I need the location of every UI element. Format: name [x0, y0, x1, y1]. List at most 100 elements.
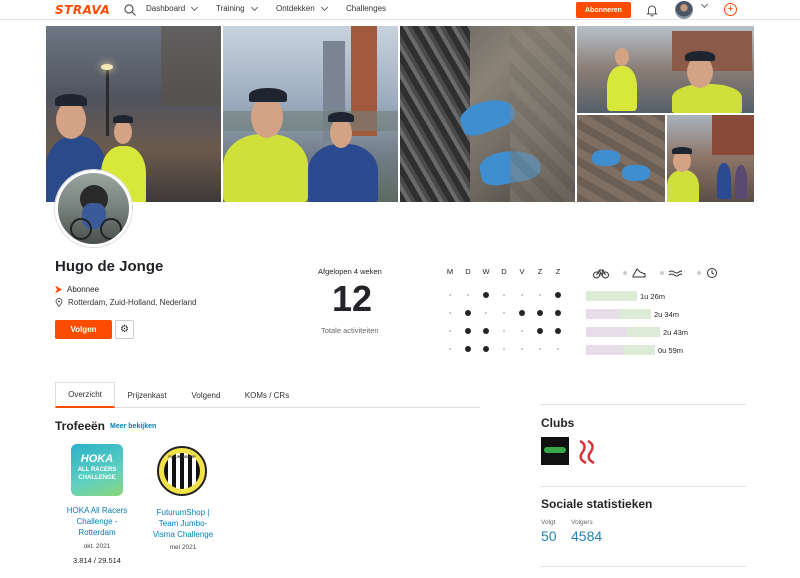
- gear-icon: ⚙: [120, 324, 129, 335]
- nav-challenges[interactable]: Challenges: [346, 4, 386, 13]
- see-more-trophies-link[interactable]: Meer bekijken: [110, 423, 156, 430]
- hoka-badge-icon: HOKA ALL RACERS CHALLENGE: [71, 444, 123, 496]
- activity-photo[interactable]: [400, 26, 575, 202]
- following-label: Volgt: [541, 519, 556, 526]
- chevron-down-icon: [320, 3, 328, 11]
- nav-ontdekken[interactable]: Ontdekken: [276, 3, 328, 13]
- empty-day-dot: [557, 348, 559, 350]
- followers-count[interactable]: 4584: [571, 528, 602, 544]
- activity-dot[interactable]: [555, 328, 561, 334]
- tab-volgend[interactable]: Volgend: [179, 382, 233, 408]
- divider: [540, 486, 746, 487]
- tab-overzicht[interactable]: Overzicht: [55, 382, 115, 408]
- day-header: Z: [537, 267, 543, 276]
- empty-day-dot: [521, 294, 523, 296]
- duration-label: 2u 43m: [663, 328, 689, 337]
- athlete-name: Hugo de Jonge: [55, 258, 164, 275]
- badge-text: FUTURUMSHOP: [168, 455, 196, 459]
- profile-tabs: Overzicht Prijzenkast Volgend KOMs / CRs: [55, 382, 480, 408]
- settings-gear-button[interactable]: ⚙: [115, 320, 134, 339]
- trophy-name-line: Visma Challenge: [152, 530, 214, 539]
- empty-day-dot: [449, 348, 451, 350]
- empty-day-dot: [449, 330, 451, 332]
- strava-logo[interactable]: STRAVA: [55, 3, 110, 17]
- futurumshop-badge-icon: FUTURUMSHOP: [157, 446, 207, 496]
- trophy-name-line: FuturumShop |: [156, 508, 210, 517]
- activity-photo[interactable]: [577, 26, 754, 113]
- trophy-name[interactable]: HOKA All Racers Challenge - Rotterdam: [58, 505, 136, 538]
- day-header: D: [501, 267, 507, 276]
- bell-icon[interactable]: [645, 3, 659, 17]
- activity-photo[interactable]: [667, 115, 754, 202]
- add-activity-icon[interactable]: +: [724, 3, 737, 16]
- activity-dot[interactable]: [483, 346, 489, 352]
- athlete-location: Rotterdam, Zuid-Holland, Nederland: [55, 298, 197, 307]
- empty-day-dot: [539, 294, 541, 296]
- location-pin-icon: [55, 298, 63, 307]
- period-label: Afgelopen 4 weken: [318, 267, 382, 276]
- trophy-date: okt. 2021: [83, 543, 111, 550]
- club-logo[interactable]: [574, 437, 602, 465]
- photo-banner: [46, 26, 754, 202]
- activity-count-label: Totale activiteiten: [321, 326, 379, 335]
- bike-icon[interactable]: [593, 267, 609, 279]
- top-navigation: STRAVA Dashboard Training Ontdekken Chal…: [0, 0, 800, 20]
- trophy-date: mei 2021: [169, 544, 197, 551]
- empty-day-dot: [503, 312, 505, 314]
- activity-dot[interactable]: [465, 346, 471, 352]
- tab-koms-crs[interactable]: KOMs / CRs: [237, 382, 297, 408]
- day-header: V: [519, 267, 525, 276]
- activity-photo[interactable]: [577, 115, 665, 202]
- trophy-rank: 3.814 / 29.514: [73, 556, 121, 565]
- nav-dashboard[interactable]: Dashboard: [146, 3, 199, 13]
- following-count[interactable]: 50: [541, 528, 557, 544]
- empty-day-dot: [485, 312, 487, 314]
- day-header: M: [446, 267, 454, 276]
- empty-day-dot: [539, 348, 541, 350]
- trophy-name-line: Rotterdam: [78, 528, 116, 537]
- trophy-name-line: Team Jumbo-: [158, 519, 208, 528]
- club-logo-icon: [579, 439, 595, 465]
- empty-day-dot: [503, 294, 505, 296]
- follow-button[interactable]: Volgen: [55, 320, 112, 339]
- social-stats-title: Sociale statistieken: [541, 497, 653, 511]
- tab-prijzenkast[interactable]: Prijzenkast: [117, 382, 177, 408]
- activity-dot[interactable]: [519, 310, 525, 316]
- empty-day-dot: [503, 330, 505, 332]
- activity-dot[interactable]: [555, 310, 561, 316]
- activity-dot[interactable]: [483, 292, 489, 298]
- clock-icon[interactable]: [706, 267, 718, 279]
- profile-avatar[interactable]: [55, 170, 132, 247]
- nav-ontdekken-label: Ontdekken: [276, 4, 315, 13]
- trophy-name[interactable]: FuturumShop | Team Jumbo- Visma Challeng…: [140, 507, 226, 540]
- activity-dot[interactable]: [465, 328, 471, 334]
- subscribe-button[interactable]: Abonneren: [576, 2, 631, 18]
- chevron-down-icon: [250, 3, 258, 11]
- empty-day-dot: [521, 330, 523, 332]
- run-icon[interactable]: [632, 267, 646, 279]
- nav-dashboard-label: Dashboard: [146, 4, 186, 13]
- badge-text: HOKA: [80, 453, 114, 465]
- duration-bar-fill: [586, 327, 627, 337]
- followers-label: Volgers: [571, 519, 593, 526]
- subscription-label: Abonnee: [67, 285, 100, 294]
- nav-training[interactable]: Training: [216, 3, 258, 13]
- day-header: Z: [555, 267, 561, 276]
- activity-dot[interactable]: [555, 292, 561, 298]
- search-icon[interactable]: [123, 3, 137, 17]
- subscription-status: Abonnee: [55, 285, 99, 294]
- activity-count: 12: [332, 278, 373, 319]
- activity-dot[interactable]: [537, 328, 543, 334]
- chevron-down-icon[interactable]: [700, 0, 709, 9]
- activity-dot[interactable]: [465, 310, 471, 316]
- duration-label: 1u 26m: [640, 292, 666, 301]
- day-header: D: [465, 267, 471, 276]
- activity-photo[interactable]: [223, 26, 398, 202]
- club-logo[interactable]: [541, 437, 569, 465]
- club-logo-icon: [544, 447, 566, 453]
- user-avatar[interactable]: [675, 1, 693, 19]
- activity-dot[interactable]: [537, 310, 543, 316]
- activity-dot[interactable]: [483, 328, 489, 334]
- trophy-name-line: HOKA All Racers: [66, 506, 128, 515]
- swim-icon[interactable]: [668, 267, 682, 279]
